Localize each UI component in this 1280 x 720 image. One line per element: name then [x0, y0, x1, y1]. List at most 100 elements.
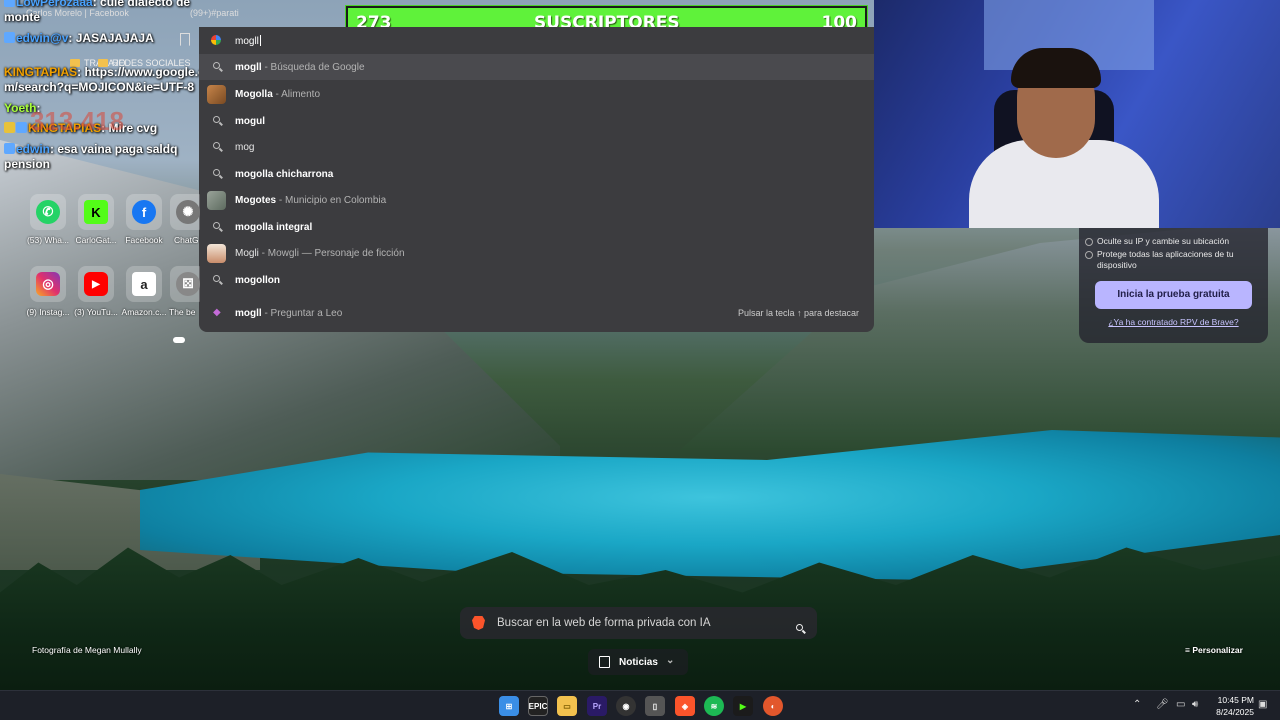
search-icon: [213, 116, 223, 126]
vpn-feature: Protege todas las aplicaciones de tu dis…: [1085, 249, 1262, 271]
notification-icon[interactable]: ▣: [1258, 699, 1267, 710]
chat-message: edwin@v: JASAJAJAJA: [4, 31, 216, 46]
suggestion-row[interactable]: Mogotes - Municipio en Colombia: [199, 187, 874, 213]
vpn-already-link[interactable]: ¿Ya ha contratado RPV de Brave?: [1079, 317, 1268, 327]
suggestion-row[interactable]: Mogolla - Alimento: [199, 81, 874, 107]
shortcut-facebook[interactable]: f Facebook: [118, 194, 170, 245]
brave-search-box[interactable]: Buscar en la web de forma privada con IA: [460, 607, 817, 639]
ghost-viewer-count: 313.418: [30, 106, 124, 136]
chevron-down-icon: ⌄: [666, 655, 675, 666]
chat-user: LowPerozaaa: [16, 0, 93, 9]
address-bar[interactable]: mogll: [199, 27, 874, 53]
stream-chat: LowPerozaaa: culé dialecto de monte edwi…: [0, 0, 212, 175]
chat-text: JASAJAJAJA: [75, 31, 154, 45]
facebook-icon: f: [132, 200, 156, 224]
youtube-icon: ▶: [84, 272, 108, 296]
suggestion-row[interactable]: mogll - Búsqueda de Google: [199, 54, 874, 80]
chatgpt-icon: ✺: [176, 200, 200, 224]
volume-icon[interactable]: 🔊︎: [1192, 699, 1198, 710]
search-placeholder[interactable]: Buscar en la web de forma privada con IA: [497, 617, 711, 629]
vpn-feature: Oculte su IP y cambie su ubicación: [1085, 236, 1262, 247]
game-launcher-icon[interactable]: ◐: [763, 696, 783, 716]
news-icon: [599, 656, 610, 668]
badge-icon: [16, 122, 27, 133]
vpn-promo-card: Oculte su IP y cambie su ubicación Prote…: [1079, 228, 1268, 343]
recycle-bin-icon[interactable]: ▯: [645, 696, 665, 716]
chat-message: edwin: esa vaina paga saldq pension: [4, 142, 178, 171]
brave-browser-icon[interactable]: ◈: [675, 696, 695, 716]
shortcut-caption: Amazon.c...: [121, 307, 167, 317]
clock-time: 10:45 PM: [1217, 695, 1254, 705]
omnibox-dropdown: mogll mogll - Búsqueda de Google Mogolla…: [199, 27, 874, 332]
suggestion-row[interactable]: mogul: [199, 108, 874, 134]
search-icon: [213, 62, 223, 72]
clock-date: 8/24/2025: [1216, 707, 1254, 717]
webcam-overlay: [874, 0, 1280, 228]
customize-button[interactable]: ≡ Personalizar: [1185, 645, 1243, 655]
shortcut-whatsapp[interactable]: ✆ (53) Wha...: [22, 194, 74, 245]
chat-user: KINGTAPIAS: [4, 65, 78, 79]
shortcut-kick[interactable]: K CarloGat...: [70, 194, 122, 245]
premiere-icon[interactable]: Pr: [587, 696, 607, 716]
shortcut-caption: (9) Instag...: [26, 307, 70, 317]
search-icon: [213, 142, 223, 152]
suggestion-row-leo[interactable]: ◆ mogll - Preguntar a Leo Pulsar la tecl…: [199, 300, 874, 326]
shortcut-caption: The be: [169, 307, 196, 317]
character-thumbnail: [207, 244, 226, 263]
windows-start-icon[interactable]: ⊞: [499, 696, 519, 716]
suggestion-row[interactable]: mogolla integral: [199, 214, 874, 240]
suggestion-row[interactable]: mog: [199, 134, 874, 160]
chevron-up-icon[interactable]: ⌃: [1133, 699, 1141, 710]
pagination-dot[interactable]: [173, 337, 185, 343]
shortcut-chatgpt[interactable]: ✺ ChatG: [166, 194, 200, 245]
brave-lion-icon: [472, 616, 485, 630]
shortcut-amazon[interactable]: a Amazon.c...: [118, 266, 170, 317]
start-trial-button[interactable]: Inicia la prueba gratuita: [1095, 281, 1252, 309]
chat-user: edwin@v: [16, 31, 69, 45]
epic-games-icon[interactable]: EPIC: [528, 696, 548, 716]
food-thumbnail: [207, 85, 226, 104]
shortcut-instagram[interactable]: ◎ (9) Instag...: [22, 266, 74, 317]
search-icon: [213, 222, 223, 232]
address-input[interactable]: mogll: [235, 35, 261, 47]
chat-user: edwin: [16, 142, 51, 156]
windows-taskbar: ⊞ EPIC ▭ Pr ◉ ▯ ◈ ≋ ▶ ◐ ⌃ 🎤︎ ▭ 🔊︎ 10:45 …: [0, 690, 1280, 720]
place-thumbnail: [207, 191, 226, 210]
amazon-icon: a: [132, 272, 156, 296]
shortcut-caption: CarloGat...: [75, 235, 117, 245]
leo-icon: ◆: [213, 307, 221, 318]
badge-icon: [4, 122, 15, 133]
badge-icon: [4, 32, 15, 43]
shortcut-caption: (53) Wha...: [26, 235, 70, 245]
shortcut-dice[interactable]: ⚄ The be: [166, 266, 200, 317]
shortcut-caption: (3) YouTu...: [74, 307, 118, 317]
suggestion-row[interactable]: Mogli - Mowgli — Personaje de ficción: [199, 240, 874, 266]
system-clock[interactable]: 10:45 PM 8/24/2025: [1208, 694, 1254, 718]
search-icon: [213, 275, 223, 285]
news-button[interactable]: Noticias ⌄: [588, 649, 688, 675]
keyboard-hint: Pulsar la tecla ↑ para destacar: [737, 308, 859, 318]
news-label: Noticias: [619, 657, 658, 668]
photo-credit[interactable]: Fotografía de Megan Mullally: [32, 645, 142, 655]
chat-message: KINGTAPIAS: https://www.google.com/searc…: [4, 65, 213, 94]
shortcut-caption: ChatG: [174, 235, 199, 245]
chat-message: LowPerozaaa: culé dialecto de monte: [4, 0, 216, 25]
shortcut-caption: Facebook: [125, 235, 163, 245]
shortcut-youtube[interactable]: ▶ (3) YouTu...: [70, 266, 122, 317]
microphone-icon[interactable]: 🎤︎: [1156, 699, 1169, 710]
google-icon: [211, 35, 221, 45]
kick-studio-icon[interactable]: ▶: [733, 696, 753, 716]
suggestion-row[interactable]: mogolla chicharrona: [199, 161, 874, 187]
instagram-icon: ◎: [36, 272, 60, 296]
dice-icon: ⚄: [176, 272, 200, 296]
text-caret: [259, 35, 261, 46]
network-icon[interactable]: ▭: [1176, 699, 1185, 710]
spotify-icon[interactable]: ≋: [704, 696, 724, 716]
file-explorer-icon[interactable]: ▭: [557, 696, 577, 716]
whatsapp-icon: ✆: [36, 200, 60, 224]
streamer-hair: [1011, 48, 1101, 88]
search-icon[interactable]: [796, 618, 803, 636]
suggestion-row[interactable]: mogollon: [199, 267, 874, 293]
obs-icon[interactable]: ◉: [616, 696, 636, 716]
kick-icon: K: [84, 200, 108, 224]
